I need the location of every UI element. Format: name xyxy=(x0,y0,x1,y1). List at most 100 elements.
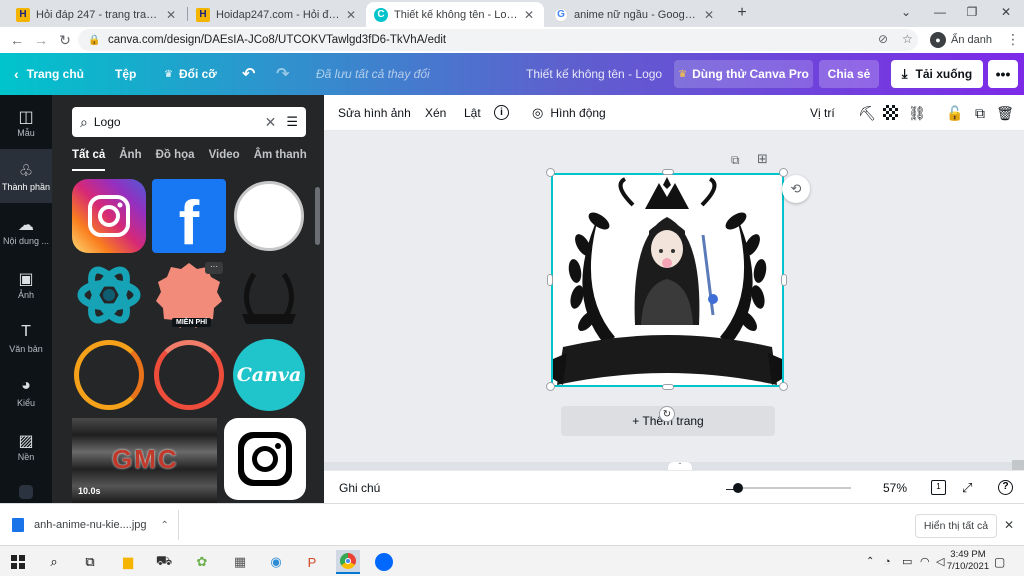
close-tab-icon[interactable]: ✕ xyxy=(164,8,178,22)
zoom-level[interactable]: 57% xyxy=(883,471,907,504)
salmon-badge-thumb[interactable]: ··· MIỄN PHÍ xyxy=(152,258,226,332)
more-options-icon[interactable]: ••• xyxy=(988,60,1018,88)
chrome-icon[interactable] xyxy=(336,550,360,574)
url-omnibox[interactable]: 🔒 canva.com/design/DAEsIA-JCo8/UTCOKVTaw… xyxy=(78,29,918,51)
minimize-icon[interactable]: — xyxy=(924,0,956,24)
incognito-profile[interactable]: ● Ẩn danh xyxy=(930,31,992,49)
transparency-icon[interactable] xyxy=(883,105,898,120)
orange-ring-thumb[interactable] xyxy=(72,338,146,412)
browser-menu-icon[interactable]: ⋮ xyxy=(1006,31,1020,48)
more-apps-icon[interactable] xyxy=(19,485,33,499)
restore-icon[interactable]: ❐ xyxy=(956,0,988,24)
clear-search-icon[interactable]: ✕ xyxy=(265,114,277,131)
red-ring-thumb[interactable] xyxy=(152,338,226,412)
downloaded-file-item[interactable]: anh-anime-nu-kie....jpg ⌃ xyxy=(12,514,169,536)
design-title[interactable]: Thiết kế không tên - Logo xyxy=(526,53,662,95)
tray-chevron-icon[interactable]: ⌃ xyxy=(866,546,874,576)
tab-graphics[interactable]: Đồ họa xyxy=(156,149,195,171)
close-tab-icon[interactable]: ✕ xyxy=(522,8,536,22)
instagram-mono-thumb[interactable] xyxy=(224,418,306,500)
tab-audio[interactable]: Âm thanh xyxy=(254,149,307,171)
eye-off-icon[interactable]: ⊘ xyxy=(878,32,888,46)
browser-tab-google[interactable]: G anime nữ ngầu - Google Tìm kiế ✕ xyxy=(546,2,724,27)
dark-wreath-thumb[interactable] xyxy=(232,258,306,332)
tab-all[interactable]: Tất cả xyxy=(72,149,106,171)
element-search-box[interactable]: ⌕ Logo ✕ ☰ xyxy=(72,107,306,137)
share-button[interactable]: Chia sẻ xyxy=(819,60,879,88)
zoom-slider-knob[interactable] xyxy=(733,483,743,493)
tab-search-icon[interactable]: ⌄ xyxy=(890,0,922,24)
resize-handle-s[interactable] xyxy=(662,384,674,390)
trash-icon[interactable]: 🗑 xyxy=(996,104,1014,122)
search-icon[interactable]: ⌕ xyxy=(42,550,66,574)
design-artboard[interactable] xyxy=(551,173,784,387)
file-menu-button[interactable]: Tệp xyxy=(115,53,136,95)
lock-icon[interactable]: 🔓 xyxy=(946,104,964,122)
resize-handle-se[interactable] xyxy=(779,382,788,391)
reload-icon[interactable]: ↻ xyxy=(54,29,76,51)
instagram-logo-thumb[interactable] xyxy=(72,179,146,253)
facebook-logo-thumb[interactable]: f xyxy=(152,179,226,253)
close-window-icon[interactable]: ✕ xyxy=(990,0,1022,24)
zalo-icon[interactable] xyxy=(372,550,396,574)
animate-button[interactable]: ◎ Hình động xyxy=(532,95,606,131)
search-input[interactable]: Logo xyxy=(94,115,265,129)
rail-item-photos[interactable]: ▣ Ảnh xyxy=(0,257,52,311)
windows-start-icon[interactable] xyxy=(6,550,30,574)
system-clock[interactable]: 3:49 PM 7/10/2021 xyxy=(944,549,992,573)
store-icon[interactable]: ⛟ xyxy=(152,550,176,574)
rail-item-elements[interactable]: ♧ Thành phần xyxy=(0,149,52,203)
resize-handle-nw[interactable] xyxy=(546,168,555,177)
chevron-up-icon[interactable]: ⌃ xyxy=(161,520,169,531)
tab-photos[interactable]: Ảnh xyxy=(119,149,141,171)
add-page-icon[interactable]: ⊞ xyxy=(757,151,768,167)
powerpoint-icon[interactable]: P xyxy=(300,550,324,574)
tab-videos[interactable]: Video xyxy=(209,149,240,171)
filter-sliders-icon[interactable]: ☰ xyxy=(286,114,298,130)
close-tab-icon[interactable]: ✕ xyxy=(702,8,716,22)
rail-item-background[interactable]: ▨ Nền xyxy=(0,419,52,473)
close-shelf-icon[interactable]: ✕ xyxy=(1004,518,1014,532)
crop-button[interactable]: Xén xyxy=(425,95,446,131)
wifi-icon[interactable]: ◠ xyxy=(920,546,930,576)
edit-image-button[interactable]: Sửa hình ảnh xyxy=(338,95,411,131)
redo-icon[interactable]: ↷ xyxy=(276,53,289,95)
white-circle-thumb[interactable] xyxy=(232,179,306,253)
duplicate-icon[interactable]: ⧉ xyxy=(971,104,989,122)
file-explorer-icon[interactable]: ▆ xyxy=(116,550,140,574)
more-dots-icon[interactable]: ··· xyxy=(205,262,223,274)
calculator-icon[interactable]: ▦ xyxy=(228,550,252,574)
notification-icon[interactable]: ▢ xyxy=(994,546,1005,576)
bookmark-star-icon[interactable]: ☆ xyxy=(902,32,913,46)
panel-scrollbar[interactable] xyxy=(315,187,320,245)
gmc-video-thumb[interactable]: GMC 10.0s xyxy=(72,418,217,503)
browser-tab-hoidap-2[interactable]: H Hoidap247.com - Hỏi đáp online ✕ xyxy=(188,2,366,27)
zoom-slider-track[interactable] xyxy=(741,487,851,489)
notes-button[interactable]: Ghi chú xyxy=(339,471,380,504)
position-button[interactable]: Vị trí xyxy=(810,95,835,131)
battery-icon[interactable]: ▭ xyxy=(902,546,912,576)
resize-handle-n[interactable] xyxy=(662,169,674,175)
canvas-scrollbar[interactable] xyxy=(1012,460,1024,470)
resize-handle-sw[interactable] xyxy=(546,382,555,391)
back-arrow-icon[interactable]: ← xyxy=(6,29,28,51)
new-tab-plus-icon[interactable]: + xyxy=(726,1,758,25)
download-button[interactable]: ⤓ Tải xuống xyxy=(891,60,983,88)
canva-logo-thumb[interactable]: Canva xyxy=(232,338,306,412)
undo-icon[interactable]: ↶ xyxy=(242,53,255,95)
paint-roller-icon[interactable]: ⛏ xyxy=(858,104,876,122)
resize-handle-e[interactable] xyxy=(781,274,787,286)
browser-tab-canva[interactable]: C Thiết kế không tên - Logo ✕ xyxy=(366,2,544,27)
browser-tab-hoidap-1[interactable]: H Hỏi đáp 247 - trang tra loi ✕ xyxy=(8,2,186,27)
rail-item-uploads[interactable]: ☁ Nội dung ... xyxy=(0,203,52,257)
resize-button[interactable]: ♛ Đổi cỡ xyxy=(164,53,217,95)
rail-item-templates[interactable]: ◫ Mẫu xyxy=(0,95,52,149)
info-icon[interactable]: i xyxy=(494,105,509,120)
task-view-icon[interactable]: ⧉ xyxy=(78,550,102,574)
page-count-icon[interactable]: 1 xyxy=(931,480,946,495)
rail-item-text[interactable]: T Văn bản xyxy=(0,311,52,365)
resize-handle-w[interactable] xyxy=(547,274,553,286)
copy-page-icon[interactable]: ⧉ xyxy=(731,153,740,168)
teal-knot-thumb[interactable] xyxy=(72,258,146,332)
link-icon[interactable]: ⛓ xyxy=(908,104,926,122)
